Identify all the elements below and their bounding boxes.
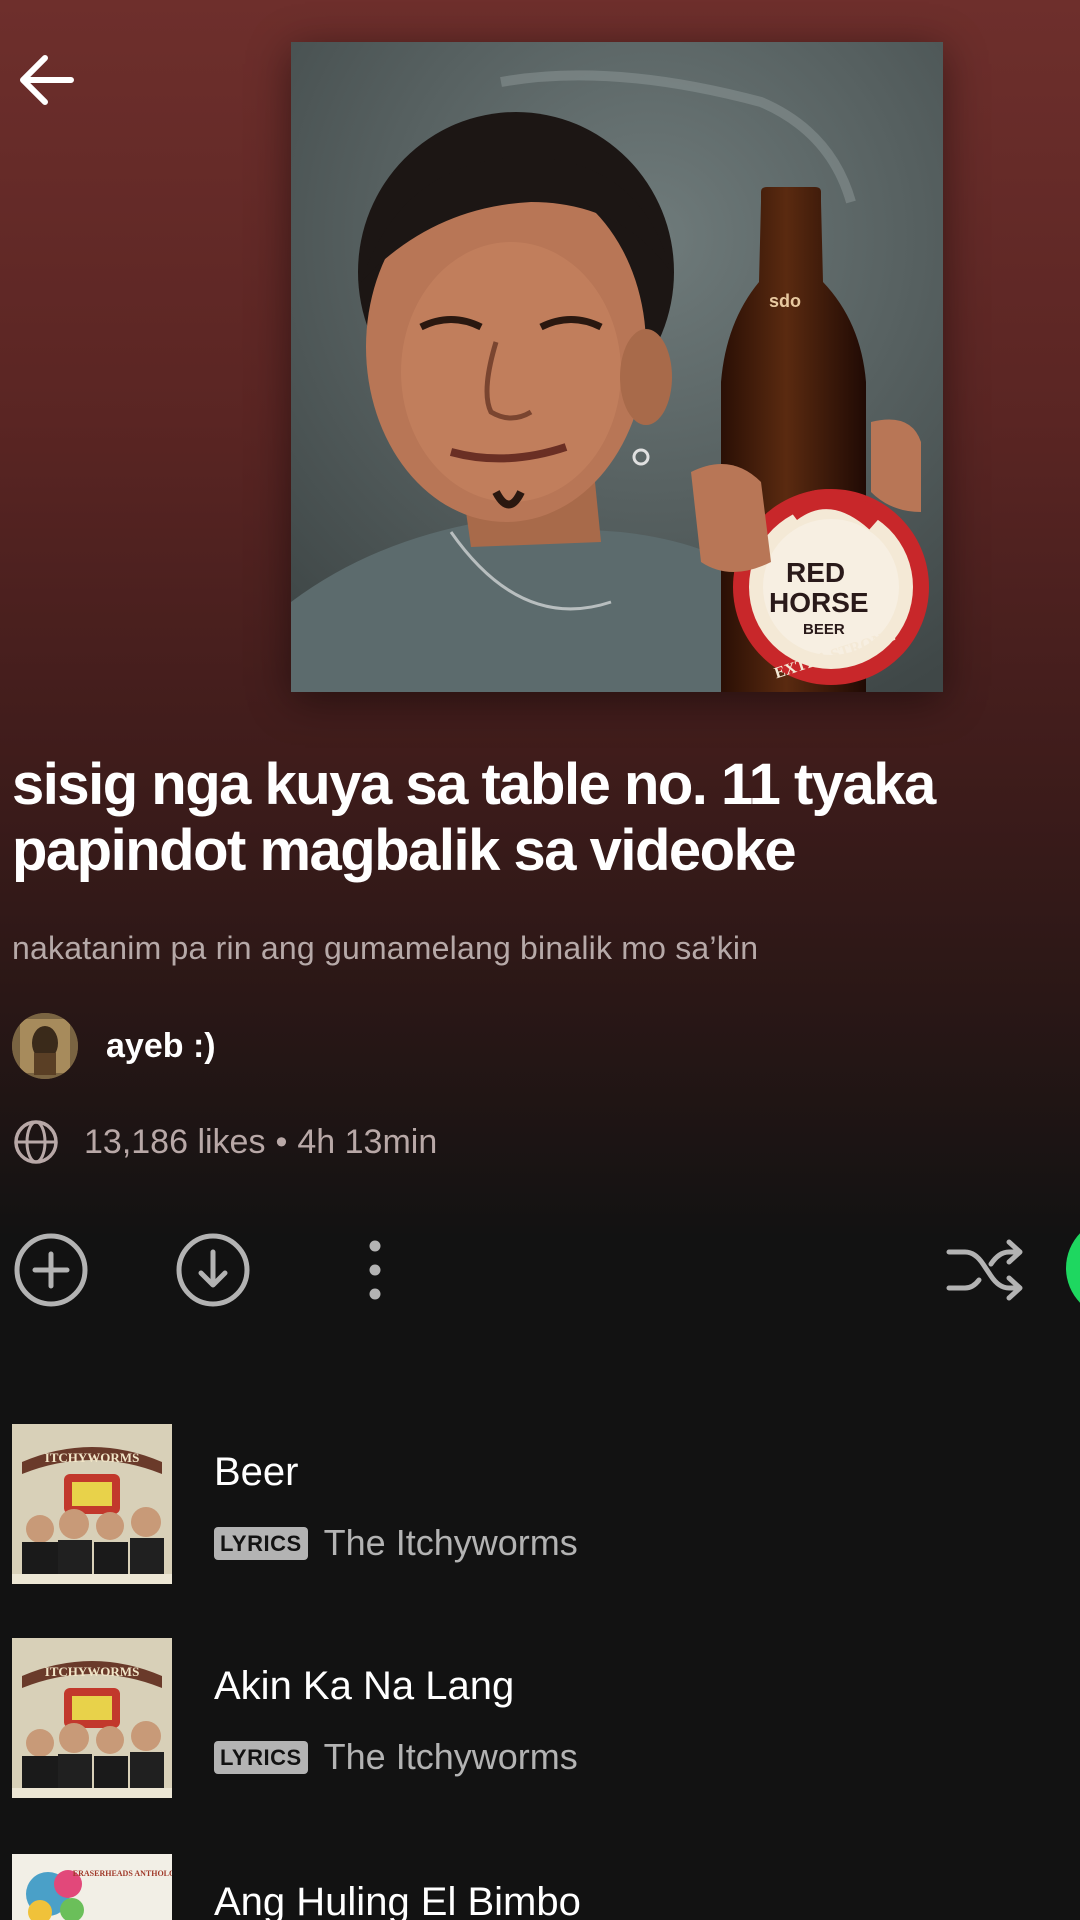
svg-text:RED: RED <box>786 557 845 588</box>
likes-count: 13,186 likes <box>84 1122 266 1161</box>
album-art-label: ITCHYWORMS <box>45 1450 140 1465</box>
track-title: Ang Huling El Bimbo <box>214 1880 581 1920</box>
album-art-label: ERASERHEADS ANTHOLOGY <box>73 1869 172 1878</box>
download-circle-icon <box>176 1233 250 1307</box>
download-button[interactable] <box>168 1225 258 1315</box>
add-to-library-button[interactable] <box>6 1225 96 1315</box>
more-vertical-icon <box>369 1240 381 1300</box>
album-art-label: ITCHYWORMS <box>45 1664 140 1679</box>
playlist-cover-image: sdo RED HORSE BEER EXTRA STRONG <box>291 42 943 692</box>
action-bar <box>0 1225 1080 1315</box>
track-artist: The Itchyworms <box>323 1522 578 1563</box>
svg-text:HORSE: HORSE <box>769 587 869 618</box>
track-row[interactable]: ERASERHEADS ANTHOLOGY Ang Huling El Bimb… <box>0 1854 1080 1920</box>
playlist-screen: sdo RED HORSE BEER EXTRA STRONG sisig ng… <box>0 0 1080 1920</box>
track-album-art: ERASERHEADS ANTHOLOGY <box>12 1854 172 1920</box>
owner-name[interactable]: ayeb :) <box>106 1027 216 1066</box>
track-subtitle: LYRICS The Itchyworms <box>214 1736 578 1778</box>
back-button[interactable] <box>6 40 86 120</box>
svg-text:sdo: sdo <box>769 291 801 311</box>
playlist-owner[interactable]: ayeb :) <box>12 1013 216 1079</box>
track-title: Akin Ka Na Lang <box>214 1664 515 1708</box>
track-row[interactable]: ITCHYWORMS Beer LYRICS The Itchyworms <box>0 1424 1080 1586</box>
meta-separator: • <box>275 1122 288 1161</box>
shuffle-button[interactable] <box>935 1225 1035 1315</box>
playlist-duration: 4h 13min <box>297 1122 438 1161</box>
lyrics-badge: LYRICS <box>214 1740 308 1774</box>
playlist-description: nakatanim pa rin ang gumamelang binalik … <box>12 930 759 966</box>
owner-avatar[interactable] <box>12 1013 78 1079</box>
track-artist: The Itchyworms <box>323 1736 578 1777</box>
globe-icon <box>14 1120 58 1164</box>
track-subtitle: LYRICS The Itchyworms <box>214 1522 578 1564</box>
lyrics-badge: LYRICS <box>214 1526 308 1560</box>
plus-circle-icon <box>14 1233 88 1307</box>
track-album-art: ITCHYWORMS <box>12 1424 172 1584</box>
track-row[interactable]: ITCHYWORMS Akin Ka Na Lang LYRICS The It… <box>0 1638 1080 1800</box>
track-album-art: ITCHYWORMS <box>12 1638 172 1798</box>
svg-text:BEER: BEER <box>803 621 845 638</box>
shuffle-icon <box>946 1239 1023 1301</box>
more-options-button[interactable] <box>330 1225 420 1315</box>
playlist-title: sisig nga kuya sa table no. 11 tyaka pap… <box>12 752 936 883</box>
track-title: Beer <box>214 1450 299 1494</box>
playlist-meta: 13,186 likes • 4h 13min <box>12 1118 437 1166</box>
arrow-left-icon <box>20 55 74 105</box>
